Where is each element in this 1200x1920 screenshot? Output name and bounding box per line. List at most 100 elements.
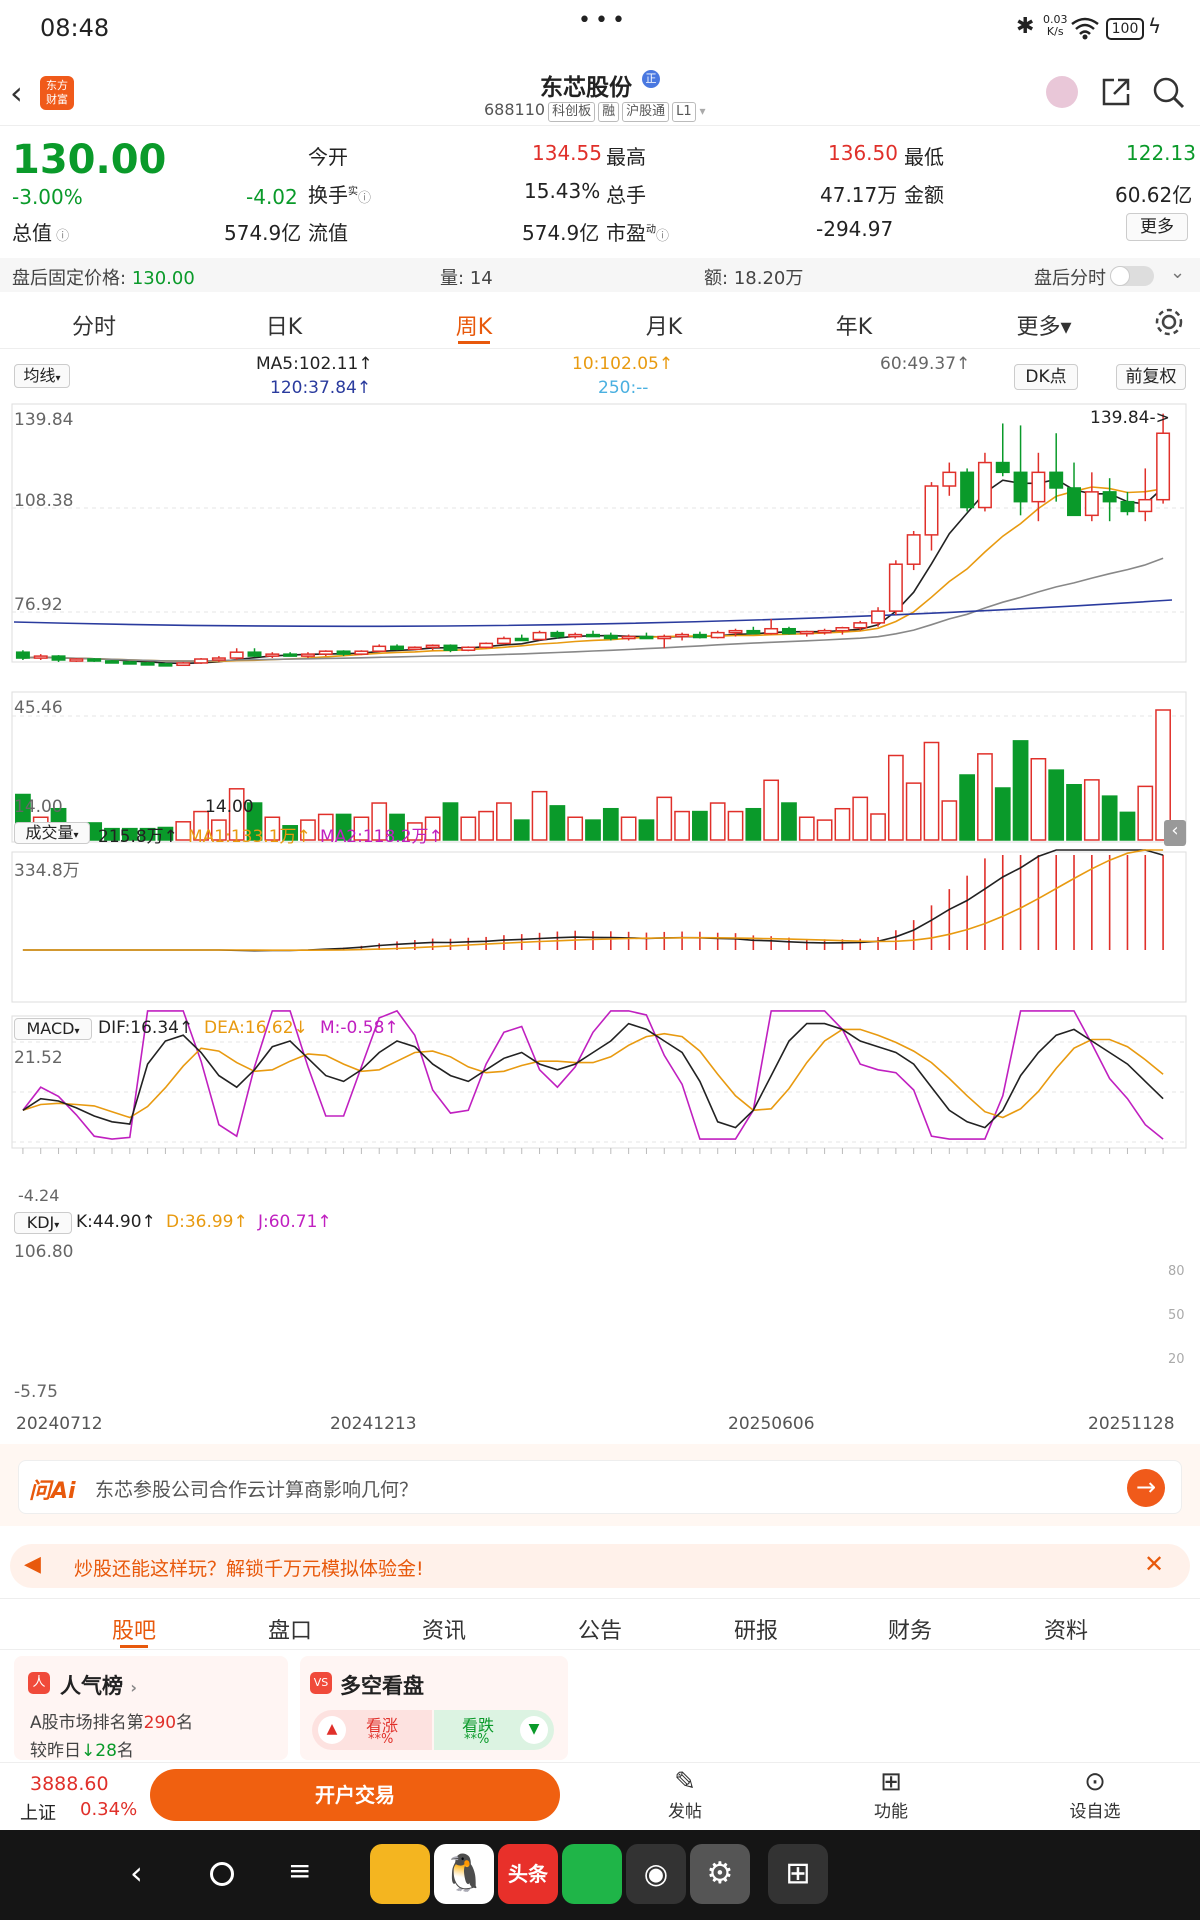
kdj-legend: KDJ▾ K:44.90↑ D:36.99↑ J:60.71↑	[0, 1210, 1200, 1236]
candle-body	[835, 626, 850, 632]
candle-body	[1138, 498, 1153, 513]
ai-logo: 问Ai	[29, 1479, 76, 1504]
last-price: 130.00	[12, 137, 167, 183]
kdj-50: 50	[1168, 1308, 1185, 1323]
ai-question-box[interactable]: 问Ai 东芯参股公司合作云计算商影响几何？ →	[18, 1460, 1182, 1514]
post-button[interactable]: ✎ 发帖	[650, 1767, 720, 1822]
candle-body	[710, 631, 725, 639]
tab-announcements[interactable]: 公告	[550, 1613, 650, 1645]
qq-app-icon[interactable]: 🐧	[434, 1844, 494, 1904]
value-amount: 60.62亿	[1115, 183, 1193, 207]
edit-icon: ✎	[674, 1767, 696, 1797]
functions-button[interactable]: ⊞ 功能	[856, 1767, 926, 1822]
candle-body	[51, 655, 66, 661]
camera-app-icon[interactable]: ◉	[626, 1844, 686, 1904]
macd-panel	[22, 849, 1164, 952]
tab-profile[interactable]: 资料	[1016, 1613, 1116, 1645]
kline-chart[interactable]	[0, 402, 1200, 1420]
label-turnover: 换手实ⓘ	[308, 183, 372, 207]
toutiao-app-icon[interactable]: 头条	[498, 1844, 558, 1904]
macd-dif: DIF:16.34↑	[98, 1018, 194, 1038]
open-account-button[interactable]: 开户交易	[150, 1769, 560, 1821]
chart-tabs: 分时 日K 周K 月K 年K 更多▾	[0, 293, 1200, 349]
macd-select[interactable]: MACD▾	[14, 1018, 92, 1040]
macd-max: 21.52	[14, 1048, 63, 1068]
candle-body	[140, 662, 155, 666]
search-icon[interactable]	[1152, 76, 1186, 110]
tab-weekly-k[interactable]: 周K	[424, 309, 524, 341]
tab-yearly-k[interactable]: 年K	[804, 309, 904, 341]
bullbear-title: 多空看盘	[340, 1674, 424, 1698]
kdj-select[interactable]: KDJ▾	[14, 1212, 72, 1234]
candle-body	[906, 534, 921, 565]
wechat-app-icon[interactable]	[562, 1844, 622, 1904]
label-high: 最高	[606, 145, 646, 169]
ma-select[interactable]: 均线▾	[14, 364, 70, 388]
candle-body	[871, 610, 886, 624]
candle-body	[1120, 500, 1135, 513]
volume-max: 334.8万	[14, 861, 80, 881]
nav-back-icon[interactable]: ‹	[130, 1854, 143, 1892]
tab-forum[interactable]: 股吧	[84, 1613, 184, 1645]
label-pe: 市盈动ⓘ	[606, 221, 670, 245]
promo-banner[interactable]: ◀ 炒股还能这样玩？解锁千万元模拟体验金! ✕	[10, 1544, 1190, 1588]
tab-monthly-k[interactable]: 月K	[614, 309, 714, 341]
index-value[interactable]: 3888.60	[30, 1773, 109, 1795]
popular-card[interactable]: 人 人气榜 › A股市场排名第290名 较昨日↓28名	[14, 1656, 288, 1760]
tab-news[interactable]: 资讯	[394, 1613, 494, 1645]
after-fixed: 盘后固定价格: 130.00	[12, 268, 195, 289]
nav-home-icon[interactable]	[210, 1862, 234, 1886]
ai-send-icon[interactable]: →	[1127, 1469, 1165, 1507]
tab-financials[interactable]: 财务	[860, 1613, 960, 1645]
tab-daily-k[interactable]: 日K	[234, 309, 334, 341]
assistant-avatar-icon[interactable]	[1046, 76, 1078, 108]
volume-select[interactable]: 成交量▾	[14, 822, 90, 844]
settings-gear-icon[interactable]	[1154, 307, 1184, 337]
candle-body	[853, 622, 868, 629]
settings-app-icon[interactable]: ⚙	[690, 1844, 750, 1904]
tab-intraday[interactable]: 分时	[44, 309, 144, 341]
candle-body	[318, 650, 333, 655]
stock-header: ‹ 东方 财富 东芯股份 正 688110 科创板融沪股通 L1 ▾	[0, 60, 1200, 126]
bear-button[interactable]: 看跌 **% ▼	[434, 1710, 554, 1750]
app-drawer-icon[interactable]: ⊞	[768, 1844, 828, 1904]
back-icon[interactable]: ‹	[10, 74, 23, 112]
candle-body	[407, 646, 422, 651]
collapse-panel-icon[interactable]: ‹	[1164, 820, 1186, 846]
tab-orderbook[interactable]: 盘口	[240, 1613, 340, 1645]
max-price-label: 139.84->	[1090, 408, 1170, 428]
nav-recents-icon[interactable]: ≡	[288, 1854, 311, 1887]
add-watchlist-button[interactable]: ⊙ 设自选	[1060, 1767, 1130, 1822]
candle-body	[675, 633, 690, 638]
date-1: 20240712	[16, 1414, 103, 1434]
candle-body	[960, 471, 975, 509]
macd-dea: DEA:16.62↓	[204, 1018, 308, 1038]
candle-body	[1031, 471, 1046, 503]
tab-more[interactable]: 更多▾	[994, 309, 1094, 341]
adjust-mode-button[interactable]: 前复权	[1116, 364, 1186, 390]
share-icon[interactable]	[1100, 76, 1132, 108]
dk-point-button[interactable]: DK点	[1014, 364, 1078, 390]
sub-tab-indicator	[120, 1645, 148, 1648]
candle-body	[336, 650, 351, 655]
chevron-down-icon[interactable]: ⌄	[1170, 262, 1185, 283]
candle-body	[176, 662, 191, 667]
close-icon[interactable]: ✕	[1144, 1550, 1164, 1578]
candle-body	[425, 644, 440, 649]
candle-body	[69, 658, 84, 662]
kdj-min: -5.75	[14, 1382, 58, 1402]
candle-body	[514, 637, 529, 642]
bullbear-card[interactable]: VS 多空看盘 ▲ 看涨 **% 看跌 **% ▼	[300, 1656, 568, 1760]
after-toggle-label: 盘后分时	[1034, 268, 1106, 289]
candle-body	[977, 461, 992, 509]
candle-body	[300, 653, 315, 657]
stock-title: 东芯股份	[540, 75, 632, 101]
more-dots-icon[interactable]: •••	[578, 8, 629, 33]
ma120-value: 120:37.84↑	[270, 378, 372, 398]
axis-max: 139.84	[14, 410, 74, 430]
tab-research[interactable]: 研报	[706, 1613, 806, 1645]
video-app-icon[interactable]	[370, 1844, 430, 1904]
more-quote-button[interactable]: 更多	[1126, 213, 1188, 241]
after-hours-toggle[interactable]	[1110, 266, 1154, 286]
bull-button[interactable]: ▲ 看涨 **%	[312, 1710, 432, 1750]
